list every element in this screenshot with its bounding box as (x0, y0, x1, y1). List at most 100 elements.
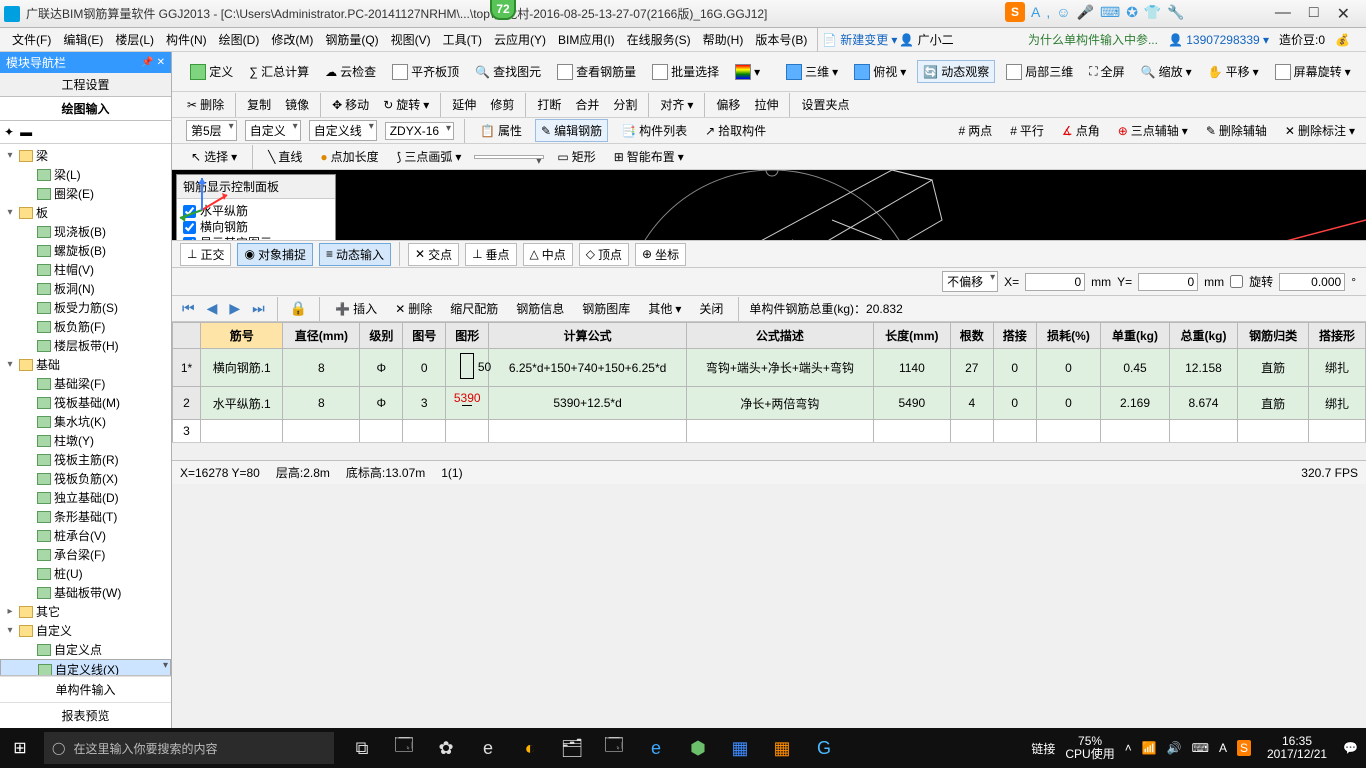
twopoint-button[interactable]: # 两点 (954, 120, 998, 141)
tree-leaf[interactable]: 桩承台(V) (0, 526, 171, 545)
close-button[interactable]: ✕ (1337, 4, 1350, 24)
tree-folder[interactable]: ▾梁 (0, 146, 171, 165)
edit-rebar-button[interactable]: ✎ 编辑钢筋 (535, 119, 608, 142)
tree-leaf[interactable]: 柱墩(Y) (0, 431, 171, 450)
rebar-table[interactable]: 筋号直径(mm)级别图号图形计算公式公式描述长度(mm)根数搭接损耗(%)单重(… (172, 322, 1366, 442)
tree-leaf[interactable]: 筏板负筋(X) (0, 469, 171, 488)
other-button[interactable]: 其他▾ (643, 298, 686, 319)
lookdown-button[interactable]: 俯视▾ (849, 61, 911, 82)
mirror-button[interactable]: 镜像 (280, 94, 314, 115)
line-tool[interactable]: ╲ 直线 (263, 146, 307, 167)
tree-leaf[interactable]: 独立基础(D) (0, 488, 171, 507)
tab-draw-input[interactable]: 绘图输入 (0, 97, 171, 121)
three-aux-button[interactable]: ⊕ 三点辅轴▾ (1113, 120, 1193, 141)
lock-button[interactable]: 🔒 (288, 300, 309, 317)
sum-calc-button[interactable]: ∑ 汇总计算 (244, 61, 314, 82)
menu-item[interactable]: 帮助(H) (697, 31, 750, 49)
minimize-button[interactable]: — (1275, 4, 1291, 24)
parallel-button[interactable]: # 平行 (1005, 120, 1049, 141)
network-icon[interactable]: 📶 (1142, 741, 1157, 755)
comp-list-button[interactable]: 📑 构件列表 (616, 120, 692, 141)
find-graph-button[interactable]: 🔍 查找图元 (470, 61, 546, 82)
arc3-tool[interactable]: ⟆ 三点画弧▾ (392, 146, 467, 167)
cross-toggle[interactable]: ✕ 交点 (408, 243, 459, 266)
copy-button[interactable]: 复制 (242, 94, 276, 115)
app-icon-7[interactable]: ▦ (720, 728, 760, 768)
new-change-button[interactable]: 📄 新建变更 ▾ (822, 31, 897, 48)
tree-leaf[interactable]: 现浇板(B) (0, 222, 171, 241)
align-button[interactable]: 对齐▾ (655, 94, 698, 115)
tree-leaf[interactable]: 自定义线(X) (0, 659, 171, 675)
tip-text[interactable]: 为什么单构件输入中参... (1028, 31, 1158, 48)
tree-leaf[interactable]: 板受力筋(S) (0, 298, 171, 317)
ime-A-icon[interactable]: A (1219, 741, 1227, 755)
tree-leaf[interactable]: 桩(U) (0, 564, 171, 583)
app-icon-6[interactable]: ⬢ (678, 728, 718, 768)
tree-folder[interactable]: ▾自定义 (0, 621, 171, 640)
cortana-icon[interactable]: ◯ (52, 741, 65, 755)
keyboard-icon[interactable]: ⌨ (1192, 741, 1209, 755)
batch-select-button[interactable]: 批量选择 (647, 61, 724, 82)
delete-button[interactable]: ✂ 删除 (182, 94, 229, 115)
osnap-toggle[interactable]: ◉ 对象捕捉 (237, 243, 313, 266)
stretch-button[interactable]: 拉伸 (749, 94, 783, 115)
tree-leaf[interactable]: 圈梁(E) (0, 184, 171, 203)
floor-select[interactable]: 第5层 (186, 120, 237, 141)
start-button[interactable]: ⊞ (0, 728, 40, 768)
tree-leaf[interactable]: 板洞(N) (0, 279, 171, 298)
ime-S-icon[interactable]: S (1237, 740, 1251, 756)
view-3d-button[interactable]: 三维▾ (781, 61, 843, 82)
tree-leaf[interactable]: 承台梁(F) (0, 545, 171, 564)
split-button[interactable]: 分割 (608, 94, 642, 115)
tree-leaf[interactable]: 条形基础(T) (0, 507, 171, 526)
tab-project-settings[interactable]: 工程设置 (0, 73, 171, 97)
tree-leaf[interactable]: 基础梁(F) (0, 374, 171, 393)
menu-item[interactable]: BIM应用(I) (552, 31, 621, 49)
list-view-icon[interactable]: ▬ (20, 125, 32, 139)
menu-item[interactable]: 构件(N) (160, 31, 213, 49)
offset-mode-select[interactable]: 不偏移 (942, 271, 998, 292)
tree-leaf[interactable]: 梁(L) (0, 165, 171, 184)
tree-folder[interactable]: ▸其它 (0, 602, 171, 621)
delete-row-button[interactable]: ✕ 删除 (390, 298, 437, 319)
app-icon-8[interactable]: ▦ (762, 728, 802, 768)
prev-button[interactable]: ◀ (205, 300, 220, 317)
edge-icon[interactable]: e (468, 728, 508, 768)
offset-button[interactable]: 偏移 (711, 94, 745, 115)
tree-leaf[interactable]: 楼层板带(H) (0, 336, 171, 355)
menu-item[interactable]: 版本号(B) (749, 31, 813, 49)
rotate-checkbox[interactable] (1230, 275, 1243, 288)
table-row[interactable]: 2水平纵筋.18Φ353905390+12.5*d净长+两倍弯钩54904002… (173, 387, 1366, 420)
ime-icon[interactable]: A (1031, 4, 1040, 20)
ime-icon[interactable]: , (1046, 4, 1050, 20)
tree-leaf[interactable]: 筏板主筋(R) (0, 450, 171, 469)
app-icon-2[interactable]: ✿ (426, 728, 466, 768)
menu-item[interactable]: 楼层(L) (109, 31, 160, 49)
coord-toggle[interactable]: ⊕ 坐标 (635, 243, 686, 266)
ime-mic-icon[interactable]: 🎤 (1077, 4, 1094, 21)
point-length-tool[interactable]: ● 点加长度 (315, 146, 383, 167)
taskview-icon[interactable]: ⧉ (342, 728, 382, 768)
pointangle-button[interactable]: ∡ 点角 (1057, 120, 1105, 141)
scale-rebar-button[interactable]: 缩尺配筋 (445, 298, 503, 319)
app-icon-3[interactable]: ◐ (510, 728, 550, 768)
menu-item[interactable]: 视图(V) (385, 31, 437, 49)
rebar-info-button[interactable]: 钢筋信息 (511, 298, 569, 319)
menu-item[interactable]: 工具(T) (437, 31, 488, 49)
app-icon-9[interactable]: G (804, 728, 844, 768)
tray-up-icon[interactable]: ˄ (1125, 741, 1132, 755)
menu-item[interactable]: 绘图(D) (213, 31, 266, 49)
link-label[interactable]: 链接 (1031, 740, 1055, 757)
app-icon-5[interactable]: 🗔 (594, 728, 634, 768)
phone-label[interactable]: 👤 13907298339 ▾ (1168, 33, 1269, 47)
tree-leaf[interactable]: 螺旋板(B) (0, 241, 171, 260)
rebar-lib-button[interactable]: 钢筋图库 (577, 298, 635, 319)
dyninput-toggle[interactable]: ≡ 动态输入 (319, 243, 391, 266)
offset-x-input[interactable] (1025, 273, 1085, 291)
table-row[interactable]: 3 (173, 420, 1366, 443)
next-button[interactable]: ▶ (227, 300, 242, 317)
close-panel-button[interactable]: 关闭 (694, 298, 728, 319)
define-button[interactable]: 定义 (185, 61, 238, 82)
view-rebar-button[interactable]: 查看钢筋量 (552, 61, 641, 82)
local-3d-button[interactable]: 局部三维 (1001, 61, 1078, 82)
